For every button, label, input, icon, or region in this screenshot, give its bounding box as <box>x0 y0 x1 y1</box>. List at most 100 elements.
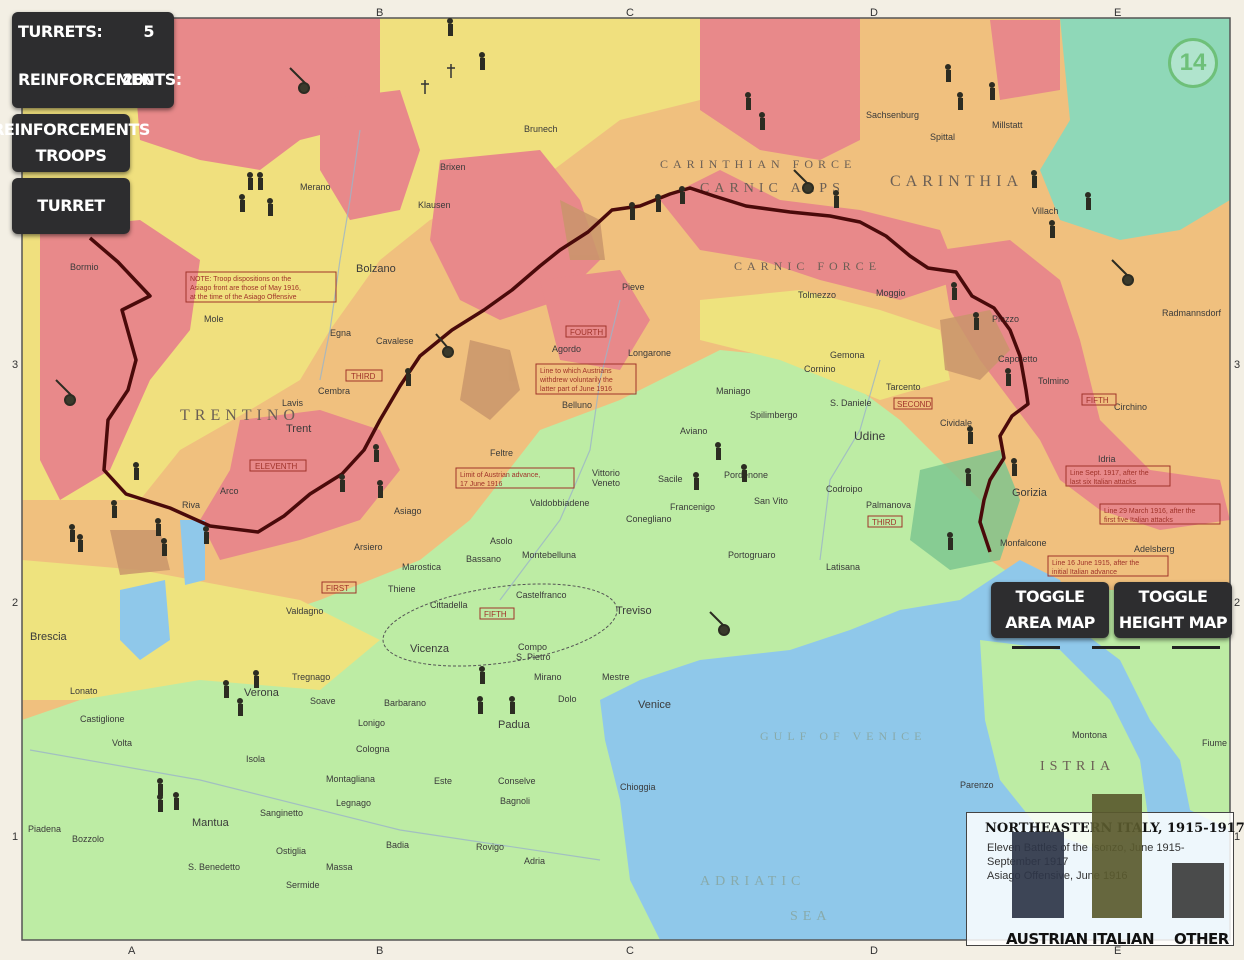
svg-text:Cavalese: Cavalese <box>376 336 414 346</box>
svg-text:latter part of June 1916: latter part of June 1916 <box>540 386 612 393</box>
svg-text:Castelfranco: Castelfranco <box>516 590 567 600</box>
svg-text:Maniago: Maniago <box>716 386 751 396</box>
svg-text:Spittal: Spittal <box>930 132 955 142</box>
svg-text:GULF OF VENICE: GULF OF VENICE <box>760 729 926 743</box>
svg-text:Agordo: Agordo <box>552 344 581 354</box>
svg-text:Fiume: Fiume <box>1202 738 1227 748</box>
svg-text:Klausen: Klausen <box>418 200 451 210</box>
svg-text:Line to which Austrians: Line to which Austrians <box>540 368 612 375</box>
svg-text:at the time of the Asiago Offe: at the time of the Asiago Offensive <box>190 294 297 301</box>
svg-text:A: A <box>128 945 136 957</box>
svg-text:SECOND: SECOND <box>897 400 931 409</box>
svg-text:Tolmino: Tolmino <box>1038 376 1069 386</box>
svg-text:Line 16 June 1915, after the: Line 16 June 1915, after the <box>1052 560 1139 567</box>
toggle-area-map-button[interactable]: TOGGLE AREA MAP <box>991 582 1109 638</box>
svg-text:Lonigo: Lonigo <box>358 718 385 728</box>
svg-text:Tolmezzo: Tolmezzo <box>798 290 836 300</box>
svg-text:Cornino: Cornino <box>804 364 836 374</box>
svg-text:Compo: Compo <box>518 642 547 652</box>
svg-text:Marostica: Marostica <box>402 562 441 572</box>
svg-text:Dolo: Dolo <box>558 694 577 704</box>
svg-text:CARNIC FORCE: CARNIC FORCE <box>734 259 881 273</box>
force-bar-other <box>1172 863 1224 918</box>
svg-text:Feltre: Feltre <box>490 448 513 458</box>
svg-text:Egna: Egna <box>330 328 351 338</box>
svg-text:ELEVENTH: ELEVENTH <box>255 462 297 471</box>
svg-text:S. Daniele: S. Daniele <box>830 398 872 408</box>
svg-text:THIRD: THIRD <box>872 518 897 527</box>
svg-text:CARINTHIAN FORCE: CARINTHIAN FORCE <box>660 157 856 171</box>
svg-text:Tregnago: Tregnago <box>292 672 330 682</box>
turrets-label: TURRETS: <box>18 22 103 41</box>
svg-text:Vicenza: Vicenza <box>410 643 450 655</box>
svg-text:Cembra: Cembra <box>318 386 350 396</box>
svg-text:Bassano: Bassano <box>466 554 501 564</box>
svg-text:Brunech: Brunech <box>524 124 558 134</box>
svg-text:Brixen: Brixen <box>440 162 466 172</box>
bar-label-austrian: AUSTRIAN <box>1006 930 1088 948</box>
svg-text:Sacile: Sacile <box>658 474 683 484</box>
svg-text:Palmanova: Palmanova <box>866 500 911 510</box>
svg-text:Sermide: Sermide <box>286 880 320 890</box>
toggle-height-map-button[interactable]: TOGGLE HEIGHT MAP <box>1114 582 1232 638</box>
bar-label-italian: ITALIAN <box>1092 930 1155 948</box>
svg-text:Longarone: Longarone <box>628 348 671 358</box>
turret-button[interactable]: TURRET <box>12 178 130 234</box>
svg-text:Badia: Badia <box>386 840 409 850</box>
svg-text:FIFTH: FIFTH <box>1086 396 1109 405</box>
svg-text:Spilimbergo: Spilimbergo <box>750 410 798 420</box>
svg-text:Villach: Villach <box>1032 206 1058 216</box>
area-toggle-underline <box>1012 646 1060 649</box>
svg-text:Vittorio: Vittorio <box>592 468 620 478</box>
svg-text:Cologna: Cologna <box>356 744 390 754</box>
svg-text:Thiene: Thiene <box>388 584 416 594</box>
svg-text:Asolo: Asolo <box>490 536 513 546</box>
map-number-badge: 14 <box>1168 38 1218 88</box>
reinforcements-count: 200 <box>122 70 154 89</box>
svg-text:FOURTH: FOURTH <box>570 328 603 337</box>
reinforcements-troops-button[interactable]: REINFORCEMENTS TROOPS <box>0 114 150 172</box>
svg-text:Bormio: Bormio <box>70 262 99 272</box>
svg-text:Circhino: Circhino <box>1114 402 1147 412</box>
resource-panel: TURRETS: 5 REINFORCEMENTS: 200 <box>12 12 182 108</box>
svg-text:Lavis: Lavis <box>282 398 304 408</box>
svg-text:Limit of Austrian advance,: Limit of Austrian advance, <box>460 472 540 479</box>
svg-text:Arco: Arco <box>220 486 239 496</box>
svg-text:Brescia: Brescia <box>30 631 68 643</box>
svg-text:Portogruaro: Portogruaro <box>728 550 776 560</box>
svg-text:Pieve: Pieve <box>622 282 645 292</box>
svg-text:Gemona: Gemona <box>830 350 865 360</box>
svg-text:Bozzolo: Bozzolo <box>72 834 104 844</box>
svg-text:Bagnoli: Bagnoli <box>500 796 530 806</box>
svg-text:FIRST: FIRST <box>326 584 349 593</box>
svg-text:Rovigo: Rovigo <box>476 842 504 852</box>
svg-text:Montona: Montona <box>1072 730 1107 740</box>
svg-text:Udine: Udine <box>854 429 886 443</box>
svg-text:2: 2 <box>1234 597 1240 609</box>
svg-text:Aviano: Aviano <box>680 426 707 436</box>
svg-text:Idria: Idria <box>1098 454 1116 464</box>
svg-text:Parenzo: Parenzo <box>960 780 994 790</box>
svg-text:Riva: Riva <box>182 500 200 510</box>
force-bar-austrian <box>1012 832 1064 918</box>
turrets-count: 5 <box>143 22 154 41</box>
svg-text:Moggio: Moggio <box>876 288 906 298</box>
svg-text:Castiglione: Castiglione <box>80 714 125 724</box>
svg-text:Barbarano: Barbarano <box>384 698 426 708</box>
svg-text:Francenigo: Francenigo <box>670 502 715 512</box>
svg-text:first five Italian attacks: first five Italian attacks <box>1104 517 1173 524</box>
svg-text:Trent: Trent <box>286 423 311 435</box>
svg-text:Conegliano: Conegliano <box>626 514 672 524</box>
svg-text:Mole: Mole <box>204 314 224 324</box>
svg-text:Mirano: Mirano <box>534 672 562 682</box>
svg-text:Lonato: Lonato <box>70 686 98 696</box>
svg-text:Sanginetto: Sanginetto <box>260 808 303 818</box>
svg-text:Asiago front are those of May: Asiago front are those of May 1916, <box>190 285 301 292</box>
svg-text:withdrew voluntarily the: withdrew voluntarily the <box>539 377 613 384</box>
svg-text:Conselve: Conselve <box>498 776 536 786</box>
svg-text:Radmannsdorf: Radmannsdorf <box>1162 308 1222 318</box>
svg-text:Line Sept. 1917, after the: Line Sept. 1917, after the <box>1070 470 1149 477</box>
svg-text:Legnago: Legnago <box>336 798 371 808</box>
svg-text:S. Pietro: S. Pietro <box>516 652 551 662</box>
force-bar-italian <box>1092 794 1142 918</box>
